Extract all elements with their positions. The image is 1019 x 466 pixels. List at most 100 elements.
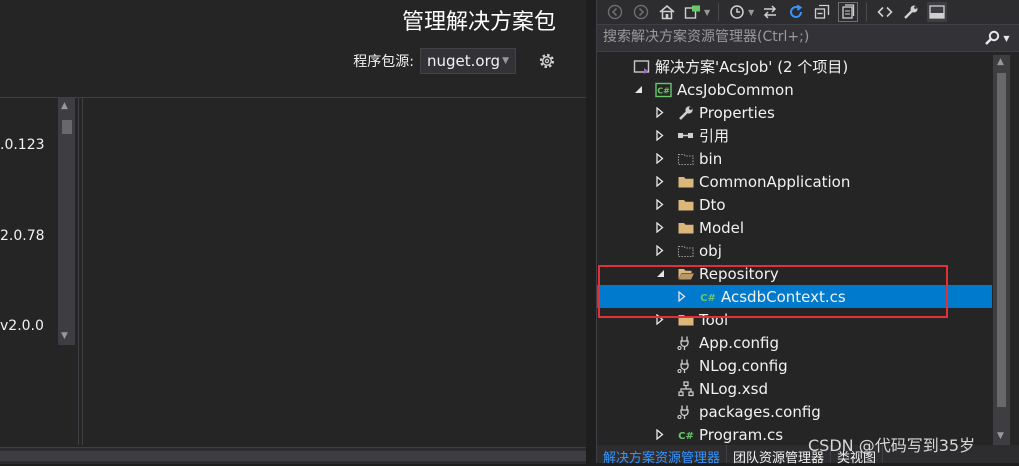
collapsed-arrow-icon[interactable] xyxy=(655,176,665,188)
tree-item[interactable]: packages.config xyxy=(597,400,992,423)
refresh-icon[interactable] xyxy=(786,2,806,22)
tree-item-label: 引用 xyxy=(699,127,730,145)
tree-item-label: NLog.xsd xyxy=(699,379,768,398)
tree-item[interactable]: C# AcsdbContext.cs xyxy=(597,285,992,308)
tree-item[interactable]: Tool xyxy=(597,308,992,331)
chevron-down-icon[interactable]: ▼ xyxy=(1003,34,1009,43)
properties-icon[interactable] xyxy=(901,2,921,22)
search-button[interactable]: ▼ xyxy=(982,27,1012,49)
package-version: 2.0.78 xyxy=(0,228,45,244)
tree-item-label: Program.cs xyxy=(699,425,784,444)
collapsed-arrow-icon[interactable] xyxy=(655,130,665,142)
header-divider xyxy=(0,97,586,98)
tree-item[interactable]: 引用 xyxy=(597,124,992,147)
tree-item-label: bin xyxy=(699,149,723,168)
tree-item-label: obj xyxy=(699,241,722,260)
horizontal-scrollbar[interactable] xyxy=(0,447,586,464)
tree-item-label: 解决方案'AcsJob' (2 个项目) xyxy=(655,58,849,76)
collapse-all-icon[interactable] xyxy=(812,2,832,22)
scroll-up-icon[interactable]: ▲ xyxy=(61,101,68,111)
tree-item[interactable]: C# AcsJobCommon xyxy=(597,78,992,101)
collapsed-arrow-icon[interactable] xyxy=(655,245,665,257)
references-icon xyxy=(677,128,695,144)
collapsed-arrow-icon[interactable] xyxy=(655,314,665,326)
tree-item[interactable]: bin xyxy=(597,147,992,170)
csharp-file-icon: C# xyxy=(699,289,717,305)
solution-tree-scrollbar[interactable]: ▲ ▼ xyxy=(993,55,1010,445)
scroll-up-icon[interactable]: ▲ xyxy=(997,57,1004,67)
collapsed-arrow-icon[interactable] xyxy=(655,107,665,119)
package-list-scrollbar[interactable]: ▲ ▼ xyxy=(58,98,75,345)
chevron-down-icon[interactable]: ▼ xyxy=(704,8,710,17)
chevron-down-icon: ▼ xyxy=(502,56,509,66)
scrollbar-thumb[interactable] xyxy=(997,73,1006,407)
package-version: v2.0.0 xyxy=(0,318,44,334)
search-bar: ▼ xyxy=(597,24,1019,52)
show-all-files-icon[interactable] xyxy=(838,2,859,22)
code-view-icon[interactable] xyxy=(875,2,895,22)
scrollbar-thumb[interactable] xyxy=(62,120,72,134)
svg-text:C#: C# xyxy=(700,293,716,304)
config-file-icon xyxy=(677,358,695,374)
watermark: CSDN @代码写到35岁 xyxy=(808,436,976,455)
expanded-arrow-icon[interactable] xyxy=(633,84,643,96)
search-input[interactable] xyxy=(599,26,969,48)
preview-icon[interactable] xyxy=(927,2,948,22)
solution-tree[interactable]: 解决方案'AcsJob' (2 个项目) C# AcsJobCommon Proper… xyxy=(597,55,992,445)
gear-icon xyxy=(539,53,555,69)
tree-item[interactable]: 解决方案'AcsJob' (2 个项目) xyxy=(597,55,992,78)
solution-explorer-pane: ▼ ▼ ▼ 解决方 xyxy=(596,0,1019,466)
collapsed-arrow-icon[interactable] xyxy=(655,153,665,165)
tree-item-label: Repository xyxy=(699,264,779,283)
svg-text:C#: C# xyxy=(678,431,694,442)
tree-item[interactable]: Dto xyxy=(597,193,992,216)
chevron-down-icon[interactable]: ▼ xyxy=(748,8,754,17)
csharp-file-icon: C# xyxy=(677,427,695,443)
package-list[interactable]: .0.123 2.0.78 v2.0.0 xyxy=(0,98,58,445)
svg-text:C#: C# xyxy=(657,86,670,95)
tree-item[interactable]: Properties xyxy=(597,101,992,124)
hidden-folder-icon xyxy=(677,243,695,259)
package-source-value: nuget.org xyxy=(427,52,501,70)
tree-item[interactable]: Model xyxy=(597,216,992,239)
settings-button[interactable] xyxy=(536,50,558,72)
folder-icon xyxy=(677,197,695,213)
solution-icon xyxy=(633,59,651,75)
pane-splitter[interactable] xyxy=(82,98,83,445)
collapsed-arrow-icon[interactable] xyxy=(655,222,665,234)
tree-item[interactable]: CommonApplication xyxy=(597,170,992,193)
history-icon[interactable] xyxy=(727,2,747,22)
page-title: 管理解决方案包 xyxy=(401,10,556,35)
pane-splitter[interactable] xyxy=(78,98,79,445)
xsd-file-icon xyxy=(677,380,695,397)
back-icon[interactable] xyxy=(605,2,625,22)
wrench-icon xyxy=(677,105,695,121)
package-source-label: 程序包源: xyxy=(353,54,414,70)
forward-icon[interactable] xyxy=(631,2,651,22)
tree-item-label: Tool xyxy=(699,310,729,329)
tree-item[interactable]: obj xyxy=(597,239,992,262)
collapsed-arrow-icon[interactable] xyxy=(655,429,665,441)
collapsed-arrow-icon[interactable] xyxy=(655,199,665,211)
switch-views-icon[interactable] xyxy=(683,2,703,22)
tree-item-label: Dto xyxy=(699,195,726,214)
scroll-down-icon[interactable]: ▼ xyxy=(61,331,68,341)
tab-solution-explorer[interactable]: 解决方案资源管理器 xyxy=(597,445,728,466)
home-icon[interactable] xyxy=(657,2,677,22)
sync-icon[interactable] xyxy=(760,2,780,22)
scrollbar-thumb[interactable] xyxy=(0,451,586,461)
tree-item[interactable]: Repository xyxy=(597,262,992,285)
collapsed-arrow-icon[interactable] xyxy=(677,291,687,303)
package-source-row: 程序包源: nuget.org ▼ xyxy=(353,48,558,74)
package-source-dropdown[interactable]: nuget.org ▼ xyxy=(420,48,516,74)
tree-item[interactable]: NLog.config xyxy=(597,354,992,377)
tree-item-label: CommonApplication xyxy=(699,172,851,191)
nuget-package-manager-pane: 管理解决方案包 程序包源: nuget.org ▼ .0.123 2.0.78 … xyxy=(0,0,586,464)
csharp-project-icon: C# xyxy=(655,82,673,98)
solution-explorer-toolbar: ▼ ▼ xyxy=(597,0,1019,24)
tree-item[interactable]: NLog.xsd xyxy=(597,377,992,400)
scroll-down-icon[interactable]: ▼ xyxy=(997,431,1004,441)
expanded-arrow-icon[interactable] xyxy=(655,268,665,280)
package-version: .0.123 xyxy=(0,137,45,153)
tree-item[interactable]: App.config xyxy=(597,331,992,354)
